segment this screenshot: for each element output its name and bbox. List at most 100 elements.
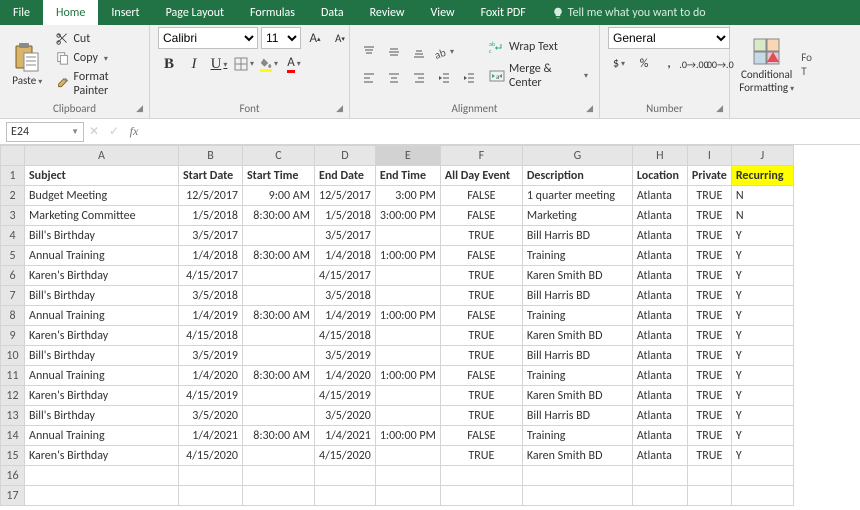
cell-H11[interactable]: Atlanta	[632, 366, 687, 386]
cell-J11[interactable]: Y	[731, 366, 793, 386]
cell-D1[interactable]: End Date	[315, 166, 376, 186]
cell-C15[interactable]	[243, 446, 315, 466]
cell-H15[interactable]: Atlanta	[632, 446, 687, 466]
copy-button[interactable]: Copy	[53, 49, 141, 67]
cell-B13[interactable]: 3/5/2020	[179, 406, 243, 426]
cell-A12[interactable]: Karen's Birthday	[25, 386, 179, 406]
font-size-select[interactable]: 11	[261, 27, 301, 49]
cell-J1[interactable]: Recurring	[731, 166, 793, 186]
cell-E6[interactable]	[375, 266, 440, 286]
underline-button[interactable]: U	[208, 53, 230, 75]
cell-G12[interactable]: Karen Smith BD	[522, 386, 632, 406]
tab-file[interactable]: File	[0, 0, 43, 25]
decrease-indent-icon[interactable]	[433, 67, 455, 89]
align-right-icon[interactable]	[408, 67, 430, 89]
cell-D3[interactable]: 1/5/2018	[315, 206, 376, 226]
row-header-8[interactable]: 8	[1, 306, 25, 326]
font-dialog-launcher[interactable]: ◢	[336, 103, 343, 114]
cell-I2[interactable]: TRUE	[687, 186, 731, 206]
cell-C3[interactable]: 8:30:00 AM	[243, 206, 315, 226]
cell-D5[interactable]: 1/4/2018	[315, 246, 376, 266]
cell-H3[interactable]: Atlanta	[632, 206, 687, 226]
font-name-select[interactable]: Calibri	[158, 27, 258, 49]
cell-A11[interactable]: Annual Training	[25, 366, 179, 386]
col-header-A[interactable]: A	[25, 146, 179, 166]
font-color-button[interactable]: A	[283, 53, 305, 75]
clipboard-dialog-launcher[interactable]: ◢	[136, 103, 143, 114]
cell-A16[interactable]	[25, 466, 179, 486]
cell-H14[interactable]: Atlanta	[632, 426, 687, 446]
cell-F8[interactable]: FALSE	[440, 306, 522, 326]
col-header-B[interactable]: B	[179, 146, 243, 166]
cell-H6[interactable]: Atlanta	[632, 266, 687, 286]
cell-F7[interactable]: TRUE	[440, 286, 522, 306]
cell-G11[interactable]: Training	[522, 366, 632, 386]
cell-A2[interactable]: Budget Meeting	[25, 186, 179, 206]
italic-button[interactable]: I	[183, 53, 205, 75]
cell-B2[interactable]: 12/5/2017	[179, 186, 243, 206]
cell-C2[interactable]: 9:00 AM	[243, 186, 315, 206]
cell-A5[interactable]: Annual Training	[25, 246, 179, 266]
cell-C11[interactable]: 8:30:00 AM	[243, 366, 315, 386]
cell-J12[interactable]: Y	[731, 386, 793, 406]
cell-B3[interactable]: 1/5/2018	[179, 206, 243, 226]
bold-button[interactable]: B	[158, 53, 180, 75]
cell-A3[interactable]: Marketing Committee	[25, 206, 179, 226]
row-header-16[interactable]: 16	[1, 466, 25, 486]
cell-I11[interactable]: TRUE	[687, 366, 731, 386]
cell-F1[interactable]: All Day Event	[440, 166, 522, 186]
row-header-12[interactable]: 12	[1, 386, 25, 406]
cell-E7[interactable]	[375, 286, 440, 306]
cell-E10[interactable]	[375, 346, 440, 366]
cell-G3[interactable]: Marketing	[522, 206, 632, 226]
cell-A10[interactable]: Bill's Birthday	[25, 346, 179, 366]
cell-H9[interactable]: Atlanta	[632, 326, 687, 346]
cell-I3[interactable]: TRUE	[687, 206, 731, 226]
cell-G1[interactable]: Description	[522, 166, 632, 186]
cell-A6[interactable]: Karen's Birthday	[25, 266, 179, 286]
cell-C16[interactable]	[243, 466, 315, 486]
row-header-10[interactable]: 10	[1, 346, 25, 366]
cell-I13[interactable]: TRUE	[687, 406, 731, 426]
cell-B4[interactable]: 3/5/2017	[179, 226, 243, 246]
alignment-dialog-launcher[interactable]: ◢	[586, 103, 593, 114]
cell-F13[interactable]: TRUE	[440, 406, 522, 426]
col-header-H[interactable]: H	[632, 146, 687, 166]
cell-B15[interactable]: 4/15/2020	[179, 446, 243, 466]
cell-E14[interactable]: 1:00:00 PM	[375, 426, 440, 446]
cell-E11[interactable]: 1:00:00 PM	[375, 366, 440, 386]
col-header-C[interactable]: C	[243, 146, 315, 166]
tab-review[interactable]: Review	[357, 0, 418, 25]
cell-F15[interactable]: TRUE	[440, 446, 522, 466]
cell-H7[interactable]: Atlanta	[632, 286, 687, 306]
cell-B10[interactable]: 3/5/2019	[179, 346, 243, 366]
cell-E2[interactable]: 3:00 PM	[375, 186, 440, 206]
tab-page-layout[interactable]: Page Layout	[153, 0, 237, 25]
cell-G15[interactable]: Karen Smith BD	[522, 446, 632, 466]
row-header-1[interactable]: 1	[1, 166, 25, 186]
cell-J6[interactable]: Y	[731, 266, 793, 286]
cell-I16[interactable]	[687, 466, 731, 486]
cell-C7[interactable]	[243, 286, 315, 306]
cell-G6[interactable]: Karen Smith BD	[522, 266, 632, 286]
cell-F5[interactable]: FALSE	[440, 246, 522, 266]
row-header-7[interactable]: 7	[1, 286, 25, 306]
row-header-2[interactable]: 2	[1, 186, 25, 206]
cell-I12[interactable]: TRUE	[687, 386, 731, 406]
cell-F3[interactable]: FALSE	[440, 206, 522, 226]
cell-F11[interactable]: FALSE	[440, 366, 522, 386]
cut-button[interactable]: Cut	[53, 30, 141, 48]
cell-C8[interactable]: 8:30:00 AM	[243, 306, 315, 326]
cell-F16[interactable]	[440, 466, 522, 486]
cell-D9[interactable]: 4/15/2018	[315, 326, 376, 346]
cell-A7[interactable]: Bill's Birthday	[25, 286, 179, 306]
increase-decimal-button[interactable]: .0→.00	[683, 53, 705, 75]
cell-I14[interactable]: TRUE	[687, 426, 731, 446]
cell-C5[interactable]: 8:30:00 AM	[243, 246, 315, 266]
col-header-G[interactable]: G	[522, 146, 632, 166]
cell-E5[interactable]: 1:00:00 PM	[375, 246, 440, 266]
align-top-icon[interactable]	[358, 41, 380, 63]
cell-H4[interactable]: Atlanta	[632, 226, 687, 246]
number-format-select[interactable]: General	[608, 27, 730, 49]
orientation-button[interactable]: ab	[433, 41, 455, 63]
